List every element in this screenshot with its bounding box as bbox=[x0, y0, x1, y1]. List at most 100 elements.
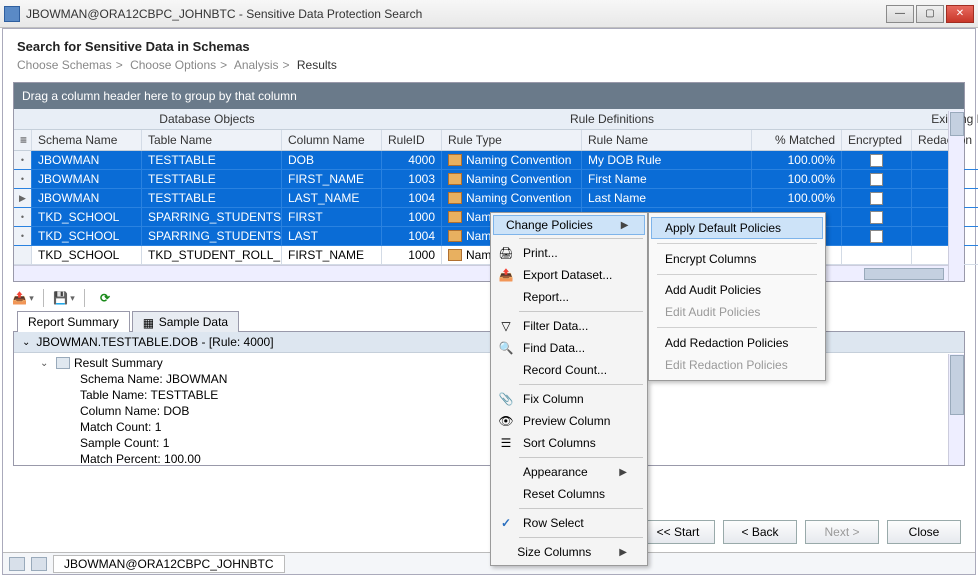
cell-encrypted[interactable] bbox=[842, 246, 912, 265]
cell-ruleid: 1004 bbox=[382, 227, 442, 246]
cell-ruleid: 4000 bbox=[382, 151, 442, 170]
menu-export-dataset[interactable]: 📤Export Dataset... bbox=[493, 264, 645, 286]
table-row[interactable]: ▶JBOWMANTESTTABLELAST_NAME1004Naming Con… bbox=[14, 189, 964, 208]
checkbox[interactable] bbox=[870, 154, 883, 167]
col-matched[interactable]: % Matched bbox=[752, 130, 842, 150]
context-menu: Change Policies▶ 🖨Print... 📤Export Datas… bbox=[490, 212, 648, 566]
row-selector-header[interactable]: ≡ bbox=[14, 130, 32, 150]
col-redaction[interactable]: Redaction bbox=[912, 130, 978, 150]
col-schema[interactable]: Schema Name bbox=[32, 130, 142, 150]
menu-report[interactable]: Report... bbox=[493, 286, 645, 308]
cell-ruletype: Naming Convention bbox=[442, 170, 582, 189]
tree-item[interactable]: Sample Count: 1 bbox=[14, 435, 964, 451]
menu-row-select[interactable]: ✓Row Select bbox=[493, 512, 645, 534]
save-icon[interactable]: 💾▾ bbox=[54, 288, 74, 308]
checkbox[interactable] bbox=[870, 173, 883, 186]
export-icon: 📤 bbox=[497, 267, 515, 283]
col-column[interactable]: Column Name bbox=[282, 130, 382, 150]
menu-preview-column[interactable]: 👁Preview Column bbox=[493, 410, 645, 432]
content-pane: Search for Sensitive Data in Schemas Cho… bbox=[2, 28, 976, 575]
cell-redaction bbox=[912, 189, 978, 208]
cell-matched: 100.00% bbox=[752, 170, 842, 189]
col-rulename[interactable]: Rule Name bbox=[582, 130, 752, 150]
table-row[interactable]: •JBOWMANTESTTABLEFIRST_NAME1003Naming Co… bbox=[14, 170, 964, 189]
submenu-add-audit[interactable]: Add Audit Policies bbox=[651, 279, 823, 301]
crumb-current: Results bbox=[297, 58, 337, 72]
menu-reset-columns[interactable]: Reset Columns bbox=[493, 483, 645, 505]
cell-column: DOB bbox=[282, 151, 382, 170]
tab-report-summary[interactable]: Report Summary bbox=[17, 311, 130, 332]
menu-record-count[interactable]: Record Count... bbox=[493, 359, 645, 381]
tab-sample-data[interactable]: ▦Sample Data bbox=[132, 311, 239, 332]
col-ruleid[interactable]: RuleID bbox=[382, 130, 442, 150]
change-policies-submenu: Apply Default Policies Encrypt Columns A… bbox=[648, 212, 826, 381]
start-button[interactable]: << Start bbox=[641, 520, 715, 544]
cell-column: FIRST_NAME bbox=[282, 246, 382, 265]
status-icon bbox=[9, 557, 25, 571]
cell-column: FIRST bbox=[282, 208, 382, 227]
tree-item[interactable]: Match Count: 1 bbox=[14, 419, 964, 435]
minimize-button[interactable]: — bbox=[886, 5, 914, 23]
funnel-icon: ▽ bbox=[497, 318, 515, 334]
cell-redaction bbox=[912, 170, 978, 189]
col-encrypted[interactable]: Encrypted bbox=[842, 130, 912, 150]
tree-item[interactable]: Match Percent: 100.00 bbox=[14, 451, 964, 466]
sort-icon: ☰ bbox=[497, 435, 515, 451]
menu-fix-column[interactable]: 📎Fix Column bbox=[493, 388, 645, 410]
checkbox[interactable] bbox=[870, 192, 883, 205]
grid-band-row: Database Objects Rule Definitions Existi… bbox=[14, 109, 964, 130]
menu-find-data[interactable]: 🔍Find Data... bbox=[493, 337, 645, 359]
cell-table: TESTTABLE bbox=[142, 151, 282, 170]
crumb-step[interactable]: Choose Schemas bbox=[17, 58, 112, 72]
table-row[interactable]: •JBOWMANTESTTABLEDOB4000Naming Conventio… bbox=[14, 151, 964, 170]
wizard-buttons: << Start < Back Next > Close bbox=[641, 520, 961, 544]
refresh-icon[interactable]: ⟳ bbox=[95, 288, 115, 308]
cell-encrypted[interactable] bbox=[842, 189, 912, 208]
cell-redaction bbox=[912, 246, 978, 265]
status-bar: JBOWMAN@ORA12CBPC_JOHNBTC bbox=[3, 552, 975, 574]
cell-ruleid: 1003 bbox=[382, 170, 442, 189]
menu-filter-data[interactable]: ▽Filter Data... bbox=[493, 315, 645, 337]
cell-schema: JBOWMAN bbox=[32, 170, 142, 189]
cell-column: LAST_NAME bbox=[282, 189, 382, 208]
checkbox[interactable] bbox=[870, 211, 883, 224]
cell-encrypted[interactable] bbox=[842, 151, 912, 170]
grid-vert-scrollbar[interactable] bbox=[948, 111, 964, 281]
cell-redaction bbox=[912, 151, 978, 170]
app-icon bbox=[4, 6, 20, 22]
connection-tab[interactable]: JBOWMAN@ORA12CBPC_JOHNBTC bbox=[53, 555, 285, 573]
cell-matched: 100.00% bbox=[752, 151, 842, 170]
next-button: Next > bbox=[805, 520, 879, 544]
submenu-apply-default[interactable]: Apply Default Policies bbox=[651, 217, 823, 239]
col-ruletype[interactable]: Rule Type bbox=[442, 130, 582, 150]
group-by-bar[interactable]: Drag a column header here to group by th… bbox=[14, 83, 964, 109]
maximize-button[interactable]: ▢ bbox=[916, 5, 944, 23]
tree-vert-scrollbar[interactable] bbox=[948, 354, 964, 465]
submenu-encrypt-columns[interactable]: Encrypt Columns bbox=[651, 248, 823, 270]
cell-encrypted[interactable] bbox=[842, 170, 912, 189]
checkbox[interactable] bbox=[870, 230, 883, 243]
tree-item[interactable]: Column Name: DOB bbox=[14, 403, 964, 419]
export-icon[interactable]: 📤▾ bbox=[13, 288, 33, 308]
cell-encrypted[interactable] bbox=[842, 208, 912, 227]
cell-schema: TKD_SCHOOL bbox=[32, 227, 142, 246]
col-table[interactable]: Table Name bbox=[142, 130, 282, 150]
menu-appearance[interactable]: Appearance▶ bbox=[493, 461, 645, 483]
cell-ruletype: Naming Convention bbox=[442, 151, 582, 170]
cell-table: TESTTABLE bbox=[142, 170, 282, 189]
menu-print[interactable]: 🖨Print... bbox=[493, 242, 645, 264]
close-button[interactable]: Close bbox=[887, 520, 961, 544]
cell-encrypted[interactable] bbox=[842, 227, 912, 246]
back-button[interactable]: < Back bbox=[723, 520, 797, 544]
menu-sort-columns[interactable]: ☰Sort Columns bbox=[493, 432, 645, 454]
close-window-button[interactable]: ✕ bbox=[946, 5, 974, 23]
menu-change-policies[interactable]: Change Policies▶ bbox=[493, 215, 645, 235]
crumb-step[interactable]: Analysis bbox=[234, 58, 279, 72]
submenu-add-redaction[interactable]: Add Redaction Policies bbox=[651, 332, 823, 354]
cell-rulename: My DOB Rule bbox=[582, 151, 752, 170]
cell-ruletype: Naming Convention bbox=[442, 189, 582, 208]
crumb-step[interactable]: Choose Options bbox=[130, 58, 216, 72]
menu-size-columns[interactable]: Size Columns▶ bbox=[493, 541, 645, 563]
search-icon: 🔍 bbox=[497, 340, 515, 356]
tree-item[interactable]: Table Name: TESTTABLE bbox=[14, 387, 964, 403]
